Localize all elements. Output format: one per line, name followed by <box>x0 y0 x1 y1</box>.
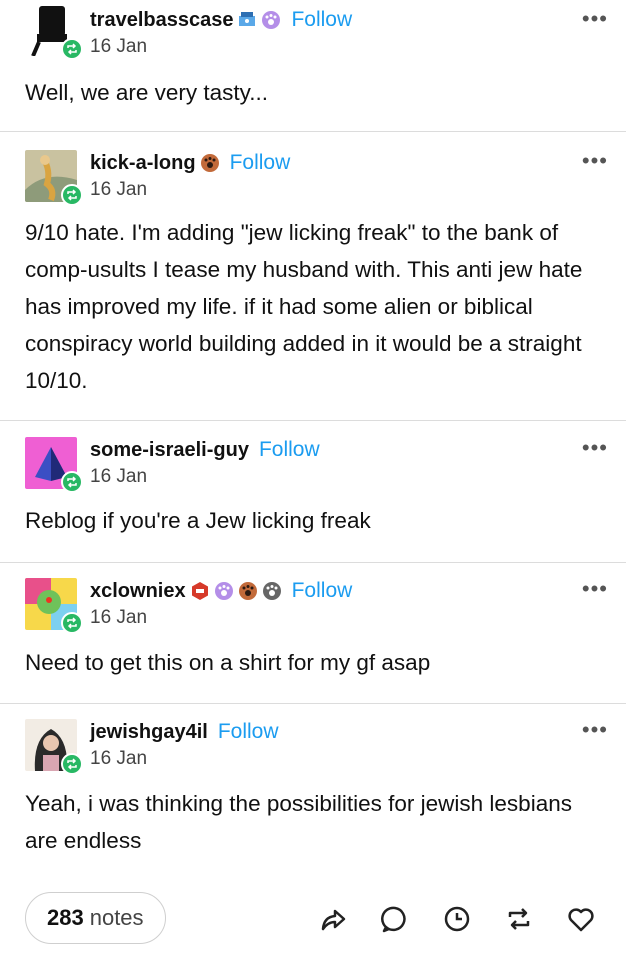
badge-paw-purple-icon <box>262 11 281 29</box>
reply-icon[interactable] <box>380 904 410 934</box>
post-footer: 283 notes <box>0 890 626 950</box>
notes-button[interactable]: 283 notes <box>25 892 166 944</box>
badge-red-hex-icon <box>191 582 208 600</box>
post-date: 16 Jan <box>90 466 148 487</box>
post-date: 16 Jan <box>90 607 148 628</box>
follow-button[interactable]: Follow <box>292 579 353 603</box>
post-text: Yeah, i was thinking the possibilities f… <box>25 791 572 853</box>
post-text: Well, we are very tasty... <box>25 80 268 105</box>
post-jewishgay4il: jewishgay4il Follow 16 Jan ••• Yeah, i w… <box>0 704 626 882</box>
username[interactable]: travelbasscase <box>90 9 233 32</box>
post-text: Need to get this on a shirt for my gf as… <box>25 650 431 675</box>
more-options-icon[interactable]: ••• <box>582 437 608 459</box>
notes-label: notes <box>89 905 144 930</box>
more-options-icon[interactable]: ••• <box>582 719 608 741</box>
badge-paw-orange-icon <box>200 154 219 172</box>
post-text: 9/10 hate. I'm adding "jew licking freak… <box>25 220 583 393</box>
badge-paw-orange-icon <box>238 582 257 600</box>
follow-button[interactable]: Follow <box>218 720 279 744</box>
reblog-badge-icon <box>61 471 83 493</box>
post-travelbasscase: travelbasscase Follow 16 Jan ••• Well, w… <box>0 0 626 132</box>
username[interactable]: some-israeli-guy <box>90 439 249 462</box>
reblog-badge-icon <box>61 184 83 206</box>
reblog-badge-icon <box>61 38 83 60</box>
post-date: 16 Jan <box>90 179 148 200</box>
clock-icon[interactable] <box>442 904 472 934</box>
reblog-icon[interactable] <box>504 904 534 934</box>
username[interactable]: xclowniex <box>90 580 186 603</box>
share-icon[interactable] <box>318 904 348 934</box>
post-text: Reblog if you're a Jew licking freak <box>25 508 371 533</box>
badge-cake-icon <box>239 12 256 26</box>
more-options-icon[interactable]: ••• <box>582 150 608 172</box>
username[interactable]: jewishgay4il <box>90 721 208 744</box>
notes-count: 283 <box>47 905 84 930</box>
reblog-badge-icon <box>61 753 83 775</box>
badge-paw-gray-icon <box>262 582 281 600</box>
post-kick-a-long: kick-a-long Follow 16 Jan ••• 9/10 hate.… <box>0 132 626 421</box>
more-options-icon[interactable]: ••• <box>582 578 608 600</box>
reblog-badge-icon <box>61 612 83 634</box>
post-some-israeli-guy: some-israeli-guy Follow 16 Jan ••• Reblo… <box>0 421 626 563</box>
post-xclowniex: xclowniex Follow 16 Jan ••• Need to get … <box>0 563 626 704</box>
badge-paw-purple-icon <box>214 582 233 600</box>
follow-button[interactable]: Follow <box>291 8 352 32</box>
username[interactable]: kick-a-long <box>90 152 196 175</box>
post-date: 16 Jan <box>90 36 148 57</box>
heart-icon[interactable] <box>566 904 596 934</box>
follow-button[interactable]: Follow <box>230 151 291 175</box>
post-date: 16 Jan <box>90 748 148 769</box>
more-options-icon[interactable]: ••• <box>582 8 608 30</box>
follow-button[interactable]: Follow <box>259 438 320 462</box>
